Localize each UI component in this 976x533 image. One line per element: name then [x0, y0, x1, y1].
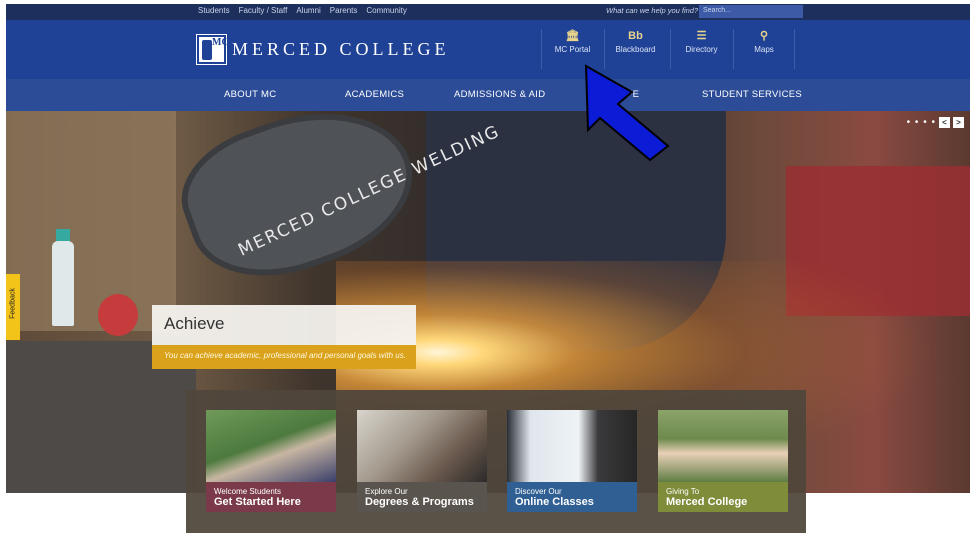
feedback-tab[interactable]: Feedback: [6, 274, 20, 340]
red-helmet: [98, 294, 138, 336]
quick-link-label: Blackboard: [615, 45, 656, 54]
slider-prev-button[interactable]: <: [939, 117, 950, 128]
search-prompt: What can we help you find?: [606, 6, 699, 15]
slider-dots[interactable]: • • • •: [907, 117, 936, 128]
tile-kicker: Discover Our: [515, 487, 562, 496]
logo-monogram: MC: [212, 37, 229, 48]
tile-photo: [357, 410, 487, 482]
tile-title: Get Started Here: [214, 496, 301, 508]
college-logo[interactable]: MC: [196, 34, 229, 65]
link-faculty-staff[interactable]: Faculty / Staff: [239, 6, 288, 15]
list-icon: ☰: [696, 30, 707, 42]
tile-title: Merced College: [666, 496, 748, 508]
link-community[interactable]: Community: [366, 6, 406, 15]
tree-logo-icon: [202, 40, 212, 60]
main-nav: ABOUT MC ACADEMICS ADMISSIONS & AID LIFE…: [6, 79, 970, 111]
nav-student-services[interactable]: STUDENT SERVICES: [702, 89, 802, 100]
audience-links: Students Faculty / Staff Alumni Parents …: [198, 6, 407, 15]
quick-link-label: Directory: [685, 45, 718, 54]
tile-kicker: Giving To: [666, 487, 700, 496]
tile-title: Degrees & Programs: [365, 496, 474, 508]
quick-link-mc-portal[interactable]: 🏛 MC Portal: [541, 29, 603, 69]
tile-kicker: Welcome Students: [214, 487, 281, 496]
utility-bar: Students Faculty / Staff Alumni Parents …: [6, 4, 970, 20]
nav-about-mc[interactable]: ABOUT MC: [224, 89, 276, 100]
tile-title: Online Classes: [515, 496, 594, 508]
link-parents[interactable]: Parents: [330, 6, 358, 15]
spray-bottle: [52, 241, 74, 326]
blackboard-icon: Bb: [628, 30, 643, 42]
nav-admissions-aid[interactable]: ADMISSIONS & AID: [454, 89, 545, 100]
site-header: MC MERCED COLLEGE 🏛 MC Portal Bb Blackbo…: [6, 20, 970, 79]
nav-life[interactable]: LIFE: [618, 89, 639, 100]
nav-academics[interactable]: ACADEMICS: [345, 89, 404, 100]
quick-link-directory[interactable]: ☰ Directory: [670, 29, 732, 69]
page: Students Faculty / Staff Alumni Parents …: [0, 0, 976, 533]
link-alumni[interactable]: Alumni: [296, 6, 320, 15]
quick-link-label: MC Portal: [554, 45, 591, 54]
slide-tagline: You can achieve academic, professional a…: [164, 351, 406, 360]
tile-photo: [507, 410, 637, 482]
map-pin-icon: ⚲: [759, 30, 769, 42]
building-icon: 🏛: [565, 30, 580, 42]
quick-link-blackboard[interactable]: Bb Blackboard: [604, 29, 666, 69]
tile-online-classes[interactable]: Discover Our Online Classes: [507, 410, 637, 512]
quick-tiles-panel: Welcome Students Get Started Here Explor…: [186, 390, 806, 533]
quick-link-label: Maps: [754, 45, 774, 54]
tile-giving[interactable]: Giving To Merced College: [658, 410, 788, 512]
slider-next-button[interactable]: >: [953, 117, 964, 128]
site-title[interactable]: MERCED COLLEGE: [232, 39, 450, 60]
search-input[interactable]: Search...: [699, 5, 803, 18]
tile-get-started[interactable]: Welcome Students Get Started Here: [206, 410, 336, 512]
tile-kicker: Explore Our: [365, 487, 408, 496]
feedback-label: Feedback: [9, 288, 17, 319]
tile-photo: [658, 410, 788, 482]
slide-caption: Achieve: [152, 305, 416, 345]
slide-title: Achieve: [164, 314, 225, 333]
quick-link-maps[interactable]: ⚲ Maps: [733, 29, 795, 69]
tile-degrees-programs[interactable]: Explore Our Degrees & Programs: [357, 410, 487, 512]
slide-tagline-bar: You can achieve academic, professional a…: [152, 345, 416, 369]
slider-controls: • • • • < >: [907, 117, 964, 128]
hero-background-wall: [6, 111, 176, 331]
tile-photo: [206, 410, 336, 482]
link-students[interactable]: Students: [198, 6, 230, 15]
